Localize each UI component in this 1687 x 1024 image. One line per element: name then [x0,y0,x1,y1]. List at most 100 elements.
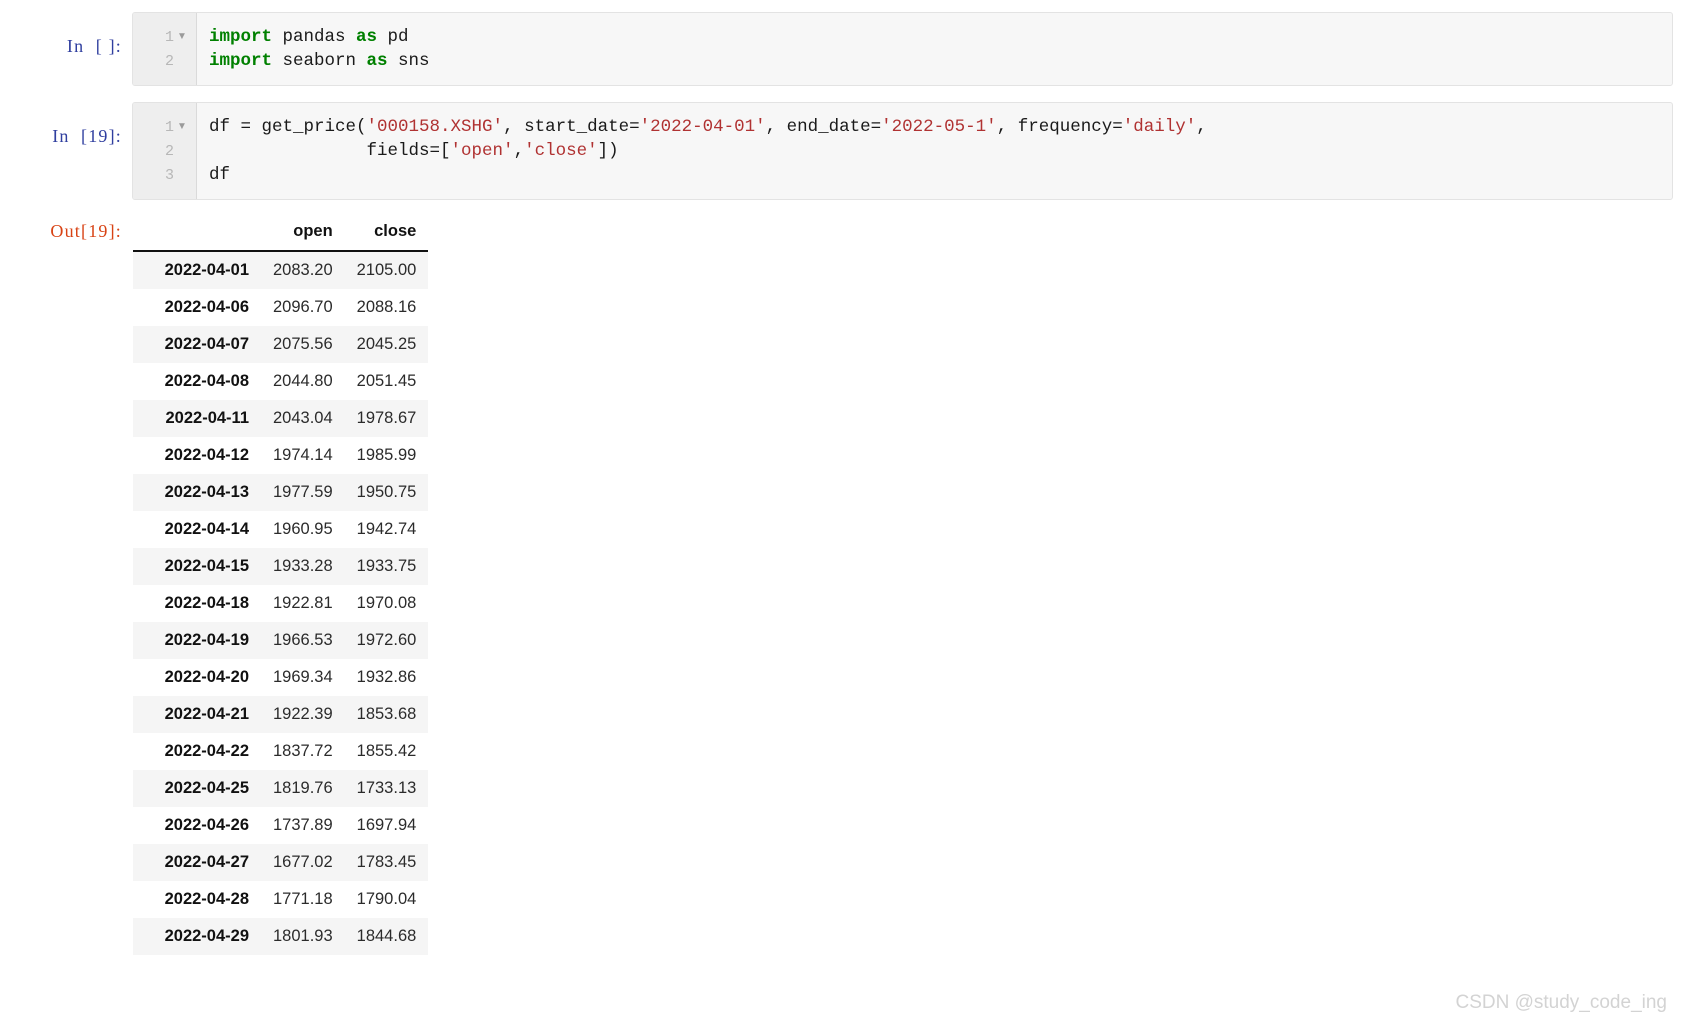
row-index-cell: 2022-04-07 [164,335,249,353]
table-row: 2022-04-14 1960.95 1942.74 [133,511,429,548]
cell-close: 1932.86 [356,668,417,686]
cell-close: 1855.42 [356,742,417,760]
cell-open: 1837.72 [273,742,333,760]
cell-close: 1844.68 [356,927,417,945]
gutter-row: 2 ▼ [133,49,196,73]
code-editor[interactable]: 1 ▼ 2 ▼ 3 ▼ df = get_price('000158.XSHG'… [132,102,1673,200]
cell-close: 1697.94 [356,816,417,834]
fold-triangle-icon[interactable]: ▼ [174,32,190,42]
table-row: 2022-04-01 2083.20 2105.00 [133,251,429,289]
code-token: as [356,27,378,47]
table-row: 2022-04-27 1677.02 1783.45 [133,844,429,881]
cell-open: 1771.18 [273,890,333,908]
code-token: ]) [597,141,619,161]
table-row: 2022-04-07 2075.56 2045.25 [133,326,429,363]
table-row: 2022-04-06 2096.70 2088.16 [133,289,429,326]
fold-placeholder: ▼ [174,146,190,156]
cell-close: 1733.13 [356,779,417,797]
cell-close: 2051.45 [356,372,417,390]
row-index-cell: 2022-04-28 [164,890,249,908]
cell-close: 1853.68 [356,705,417,723]
table-row: 2022-04-21 1922.39 1853.68 [133,696,429,733]
table-row: 2022-04-28 1771.18 1790.04 [133,881,429,918]
index-header [133,216,261,252]
row-index-cell: 2022-04-13 [164,483,249,501]
cell-open: 2075.56 [273,335,333,353]
row-index-cell: 2022-04-19 [164,631,249,649]
cell-open: 1977.59 [273,483,333,501]
row-index-cell: 2022-04-26 [164,816,249,834]
cell-open: 1933.28 [273,557,333,575]
row-index-cell: 2022-04-01 [164,261,249,279]
line-number-gutter: 1 ▼ 2 ▼ 3 ▼ [133,103,197,199]
table-row: 2022-04-26 1737.89 1697.94 [133,807,429,844]
column-header-close: close [344,216,429,252]
line-number: 1 [164,118,174,136]
fold-triangle-icon[interactable]: ▼ [174,122,190,132]
table-row: 2022-04-15 1933.28 1933.75 [133,548,429,585]
gutter-row: 1 ▼ [133,25,196,49]
code-cell: In [ ]: 1 ▼ 2 ▼ import pandas as pd impo… [0,12,1687,86]
table-row: 2022-04-22 1837.72 1855.42 [133,733,429,770]
table-head: open close [133,216,429,252]
table-row: 2022-04-13 1977.59 1950.75 [133,474,429,511]
table-body: 2022-04-01 2083.20 2105.00 2022-04-06 2096.7… [133,251,429,955]
cell-output-prompt: Out[19]: [50,221,122,241]
cell-open: 1737.89 [273,816,333,834]
cell-input-prompt: In [19]: [52,126,122,146]
cell-close: 2088.16 [356,298,417,316]
cell-close: 1942.74 [356,520,417,538]
code-token: , end_date= [765,117,882,137]
row-index-cell: 2022-04-29 [164,927,249,945]
code-token: 'close' [524,141,598,161]
cell-open: 1969.34 [273,668,333,686]
cell-open: 1974.14 [273,446,333,464]
table-header-row: open close [133,216,429,252]
code-token: , [513,141,525,161]
code-token: pandas [272,27,357,47]
cell-close: 1972.60 [356,631,417,649]
code-token: , start_date= [503,117,640,137]
code-token: , frequency= [996,117,1123,137]
code-cell: In [19]: 1 ▼ 2 ▼ 3 ▼ df = get_price('000… [0,102,1687,200]
line-number: 3 [164,166,174,184]
cell-open: 1922.39 [273,705,333,723]
code-token: df = get_price( [209,117,367,137]
cell-close: 1970.08 [356,594,417,612]
dataframe-output: open close 2022-04-01 2083.20 2105.00 2022-… [132,216,1673,955]
line-number: 2 [164,142,174,160]
code-token: 'open' [450,141,514,161]
watermark-text: CSDN @study_code_ing [1455,992,1667,1013]
cell-close: 1783.45 [356,853,417,871]
cell-close: 1950.75 [356,483,417,501]
cell-open: 2043.04 [273,409,333,427]
code-token: fields=[ [209,141,451,161]
row-index-cell: 2022-04-12 [164,446,249,464]
cell-open: 2044.80 [273,372,333,390]
code-editor[interactable]: 1 ▼ 2 ▼ import pandas as pd import seabo… [132,12,1673,86]
cell-open: 1819.76 [273,779,333,797]
code-token: import [209,51,273,71]
table-row: 2022-04-18 1922.81 1970.08 [133,585,429,622]
code-text[interactable]: import pandas as pd import seaborn as sn… [197,13,1672,85]
table-row: 2022-04-19 1966.53 1972.60 [133,622,429,659]
row-index-cell: 2022-04-18 [164,594,249,612]
code-token: 'daily' [1122,117,1197,137]
cell-close: 1933.75 [356,557,417,575]
row-index-cell: 2022-04-06 [164,298,249,316]
dataframe-table: open close 2022-04-01 2083.20 2105.00 2022-… [133,216,429,955]
code-token: '2022-04-01' [639,117,766,137]
table-row: 2022-04-29 1801.93 1844.68 [133,918,429,955]
code-text[interactable]: df = get_price('000158.XSHG', start_date… [197,103,1672,199]
notebook-container: In [ ]: 1 ▼ 2 ▼ import pandas as pd impo… [0,0,1687,955]
row-index-cell: 2022-04-27 [164,853,249,871]
row-index-cell: 2022-04-14 [164,520,249,538]
column-header-open: open [261,216,345,252]
row-index-cell: 2022-04-11 [165,409,250,427]
row-index-cell: 2022-04-25 [164,779,249,797]
cell-open: 1966.53 [273,631,333,649]
cell-open: 1801.93 [273,927,333,945]
table-row: 2022-04-12 1974.14 1985.99 [133,437,429,474]
cell-close: 1985.99 [356,446,417,464]
code-token: df [209,165,231,185]
